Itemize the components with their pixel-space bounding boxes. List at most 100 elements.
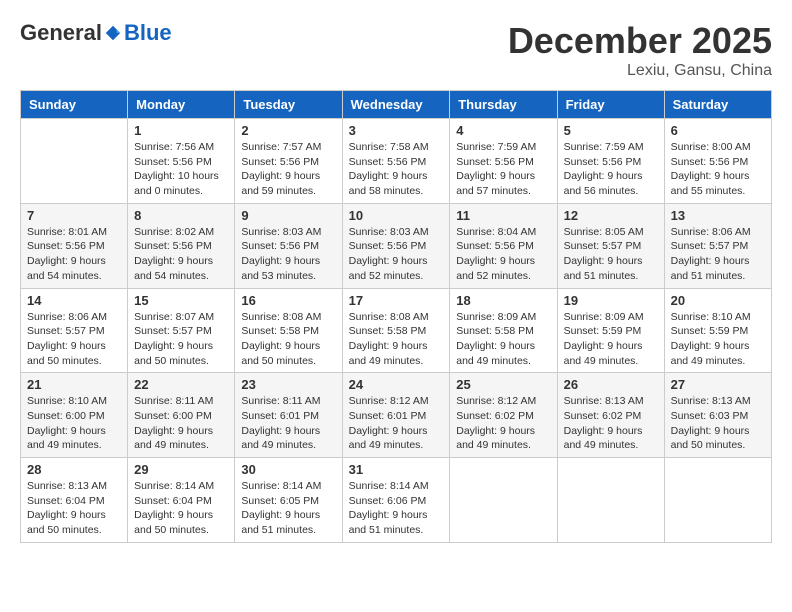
calendar-cell: 21 Sunrise: 8:10 AM Sunset: 6:00 PM Dayli… — [21, 373, 128, 458]
calendar-cell — [557, 458, 664, 543]
month-title: December 2025 — [508, 20, 772, 62]
day-number: 2 — [241, 123, 335, 138]
day-number: 9 — [241, 208, 335, 223]
day-info: Sunrise: 8:02 AM Sunset: 5:56 PM Dayligh… — [134, 225, 228, 284]
calendar-cell: 7Sunrise: 8:01 AM Sunset: 5:56 PM Daylig… — [21, 203, 128, 288]
day-info: Sunrise: 8:09 AM Sunset: 5:58 PM Dayligh… — [456, 310, 550, 369]
day-info: Sunrise: 8:06 AM Sunset: 5:57 PM Dayligh… — [671, 225, 765, 284]
day-number: 21 — [27, 377, 121, 392]
calendar-cell: 25 Sunrise: 8:12 AM Sunset: 6:02 PM Dayli… — [450, 373, 557, 458]
day-info: Sunrise: 7:58 AM Sunset: 5:56 PM Dayligh… — [349, 140, 444, 199]
day-number: 14 — [27, 293, 121, 308]
day-number: 31 — [349, 462, 444, 477]
calendar-cell: 23 Sunrise: 8:11 AM Sunset: 6:01 PM Dayli… — [235, 373, 342, 458]
calendar-table: SundayMondayTuesdayWednesdayThursdayFrid… — [20, 90, 772, 543]
calendar-cell: 28 Sunrise: 8:13 AM Sunset: 6:04 PM Dayli… — [21, 458, 128, 543]
calendar-cell: 20 Sunrise: 8:10 AM Sunset: 5:59 PM Dayli… — [664, 288, 771, 373]
column-header-monday: Monday — [128, 91, 235, 119]
calendar-cell: 16Sunrise: 8:08 AM Sunset: 5:58 PM Dayli… — [235, 288, 342, 373]
calendar-cell: 24Sunrise: 8:12 AM Sunset: 6:01 PM Dayli… — [342, 373, 450, 458]
day-info: Sunrise: 7:59 AM Sunset: 5:56 PM Dayligh… — [564, 140, 658, 199]
column-header-tuesday: Tuesday — [235, 91, 342, 119]
day-number: 25 — [456, 377, 550, 392]
calendar-header-row: SundayMondayTuesdayWednesdayThursdayFrid… — [21, 91, 772, 119]
day-number: 5 — [564, 123, 658, 138]
day-number: 1 — [134, 123, 228, 138]
day-number: 16 — [241, 293, 335, 308]
calendar-cell: 1Sunrise: 7:56 AM Sunset: 5:56 PM Daylig… — [128, 119, 235, 204]
calendar-cell: 29 Sunrise: 8:14 AM Sunset: 6:04 PM Dayli… — [128, 458, 235, 543]
week-row-4: 21 Sunrise: 8:10 AM Sunset: 6:00 PM Dayli… — [21, 373, 772, 458]
day-number: 17 — [349, 293, 444, 308]
logo-blue: Blue — [124, 20, 172, 46]
day-info: Sunrise: 8:03 AM Sunset: 5:56 PM Dayligh… — [241, 225, 335, 284]
day-info: Sunrise: 8:01 AM Sunset: 5:56 PM Dayligh… — [27, 225, 121, 284]
column-header-friday: Friday — [557, 91, 664, 119]
calendar-cell: 18 Sunrise: 8:09 AM Sunset: 5:58 PM Dayli… — [450, 288, 557, 373]
day-info: Sunrise: 8:10 AM Sunset: 6:00 PM Dayligh… — [27, 394, 121, 453]
day-info: Sunrise: 8:11 AM Sunset: 6:00 PM Dayligh… — [134, 394, 228, 453]
day-number: 10 — [349, 208, 444, 223]
calendar-cell: 30Sunrise: 8:14 AM Sunset: 6:05 PM Dayli… — [235, 458, 342, 543]
calendar-cell: 6Sunrise: 8:00 AM Sunset: 5:56 PM Daylig… — [664, 119, 771, 204]
calendar-cell: 15Sunrise: 8:07 AM Sunset: 5:57 PM Dayli… — [128, 288, 235, 373]
day-number: 22 — [134, 377, 228, 392]
day-number: 27 — [671, 377, 765, 392]
day-info: Sunrise: 7:57 AM Sunset: 5:56 PM Dayligh… — [241, 140, 335, 199]
day-number: 26 — [564, 377, 658, 392]
day-info: Sunrise: 8:07 AM Sunset: 5:57 PM Dayligh… — [134, 310, 228, 369]
calendar-cell: 10 Sunrise: 8:03 AM Sunset: 5:56 PM Dayli… — [342, 203, 450, 288]
day-info: Sunrise: 8:14 AM Sunset: 6:06 PM Dayligh… — [349, 479, 444, 538]
calendar-cell: 26 Sunrise: 8:13 AM Sunset: 6:02 PM Dayli… — [557, 373, 664, 458]
day-number: 3 — [349, 123, 444, 138]
calendar-cell: 2 Sunrise: 7:57 AM Sunset: 5:56 PM Daylig… — [235, 119, 342, 204]
day-number: 12 — [564, 208, 658, 223]
day-number: 20 — [671, 293, 765, 308]
calendar-cell: 5 Sunrise: 7:59 AM Sunset: 5:56 PM Daylig… — [557, 119, 664, 204]
week-row-1: 1Sunrise: 7:56 AM Sunset: 5:56 PM Daylig… — [21, 119, 772, 204]
logo: General Blue — [20, 20, 172, 46]
day-info: Sunrise: 8:13 AM Sunset: 6:03 PM Dayligh… — [671, 394, 765, 453]
day-info: Sunrise: 8:03 AM Sunset: 5:56 PM Dayligh… — [349, 225, 444, 284]
logo-icon — [104, 24, 122, 42]
day-number: 8 — [134, 208, 228, 223]
calendar-cell: 8 Sunrise: 8:02 AM Sunset: 5:56 PM Daylig… — [128, 203, 235, 288]
column-header-sunday: Sunday — [21, 91, 128, 119]
day-number: 18 — [456, 293, 550, 308]
calendar-cell — [664, 458, 771, 543]
day-number: 29 — [134, 462, 228, 477]
day-info: Sunrise: 8:10 AM Sunset: 5:59 PM Dayligh… — [671, 310, 765, 369]
calendar-cell: 31 Sunrise: 8:14 AM Sunset: 6:06 PM Dayli… — [342, 458, 450, 543]
day-number: 19 — [564, 293, 658, 308]
day-info: Sunrise: 8:12 AM Sunset: 6:02 PM Dayligh… — [456, 394, 550, 453]
column-header-saturday: Saturday — [664, 91, 771, 119]
day-info: Sunrise: 8:08 AM Sunset: 5:58 PM Dayligh… — [349, 310, 444, 369]
day-number: 13 — [671, 208, 765, 223]
day-info: Sunrise: 8:09 AM Sunset: 5:59 PM Dayligh… — [564, 310, 658, 369]
calendar-cell: 27 Sunrise: 8:13 AM Sunset: 6:03 PM Dayli… — [664, 373, 771, 458]
day-number: 23 — [241, 377, 335, 392]
day-number: 6 — [671, 123, 765, 138]
day-number: 11 — [456, 208, 550, 223]
location: Lexiu, Gansu, China — [508, 62, 772, 80]
day-number: 4 — [456, 123, 550, 138]
calendar-cell — [450, 458, 557, 543]
calendar-cell: 4Sunrise: 7:59 AM Sunset: 5:56 PM Daylig… — [450, 119, 557, 204]
day-info: Sunrise: 8:14 AM Sunset: 6:05 PM Dayligh… — [241, 479, 335, 538]
day-number: 28 — [27, 462, 121, 477]
calendar-cell: 13 Sunrise: 8:06 AM Sunset: 5:57 PM Dayli… — [664, 203, 771, 288]
day-info: Sunrise: 8:11 AM Sunset: 6:01 PM Dayligh… — [241, 394, 335, 453]
column-header-wednesday: Wednesday — [342, 91, 450, 119]
day-info: Sunrise: 8:12 AM Sunset: 6:01 PM Dayligh… — [349, 394, 444, 453]
day-info: Sunrise: 8:13 AM Sunset: 6:02 PM Dayligh… — [564, 394, 658, 453]
calendar-cell: 12Sunrise: 8:05 AM Sunset: 5:57 PM Dayli… — [557, 203, 664, 288]
page-header: General Blue December 2025 Lexiu, Gansu,… — [20, 20, 772, 80]
logo-general: General — [20, 20, 102, 46]
day-info: Sunrise: 8:13 AM Sunset: 6:04 PM Dayligh… — [27, 479, 121, 538]
calendar-cell: 14Sunrise: 8:06 AM Sunset: 5:57 PM Dayli… — [21, 288, 128, 373]
day-info: Sunrise: 8:14 AM Sunset: 6:04 PM Dayligh… — [134, 479, 228, 538]
week-row-2: 7Sunrise: 8:01 AM Sunset: 5:56 PM Daylig… — [21, 203, 772, 288]
calendar-cell: 3 Sunrise: 7:58 AM Sunset: 5:56 PM Daylig… — [342, 119, 450, 204]
week-row-5: 28 Sunrise: 8:13 AM Sunset: 6:04 PM Dayli… — [21, 458, 772, 543]
calendar-cell — [21, 119, 128, 204]
